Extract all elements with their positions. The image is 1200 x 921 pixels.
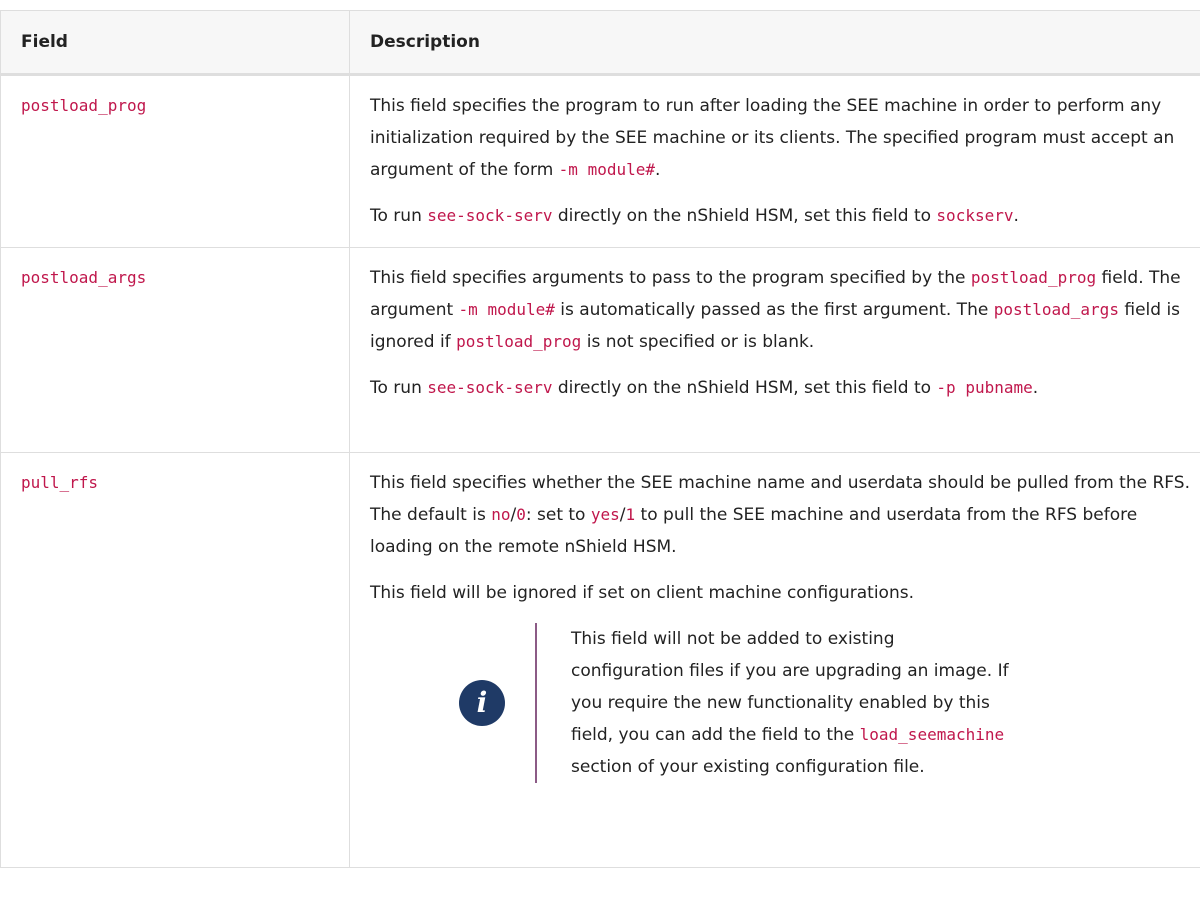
text: is not specified or is blank. [581, 332, 815, 352]
text: section of your exist­ing configuration … [571, 757, 925, 777]
field-name: postload_args [21, 268, 147, 287]
inline-code: -m module# [458, 300, 555, 319]
note-content: This field will not be added to existing… [535, 623, 1011, 783]
inline-code: postload_args [993, 300, 1119, 319]
inline-code: see-sock-serv [427, 206, 553, 225]
description-paragraph: To run see-sock-serv directly on the nSh… [370, 372, 1190, 404]
inline-code: sockserv [936, 206, 1014, 225]
note-icon-column: i [370, 680, 535, 726]
text: is automatically passed as the first arg… [554, 300, 994, 320]
description-paragraph: This field specifies arguments to pass t… [370, 262, 1190, 358]
page: Field Description postload_prog This fie… [0, 0, 1200, 921]
text: This field will be ignored if set on cli… [370, 583, 914, 603]
info-icon: i [459, 680, 505, 726]
text: directly on the nShield HSM, set this fi… [552, 206, 937, 226]
text: . [1032, 378, 1039, 398]
description-cell: This field specifies whether the SEE mac… [349, 452, 1200, 868]
field-name-cell: postload_args [0, 247, 350, 453]
table-header-row: Field Description [0, 10, 1200, 76]
text: : set to [525, 505, 591, 525]
field-name: postload_prog [21, 96, 147, 115]
description-paragraph: To run see-sock-serv directly on the nSh… [370, 200, 1190, 232]
field-name-cell: postload_prog [0, 74, 350, 248]
description-paragraph: This field specifies whether the SEE mac… [370, 467, 1190, 563]
description-cell: This field specifies arguments to pass t… [349, 247, 1200, 453]
table-row: pull_rfs This field specifies whether th… [0, 452, 1200, 868]
table-row: postload_prog This field specifies the p… [0, 74, 1200, 248]
inline-code: 1 [625, 505, 636, 524]
inline-code: post­load_prog [970, 268, 1097, 287]
description-cell: This field specifies the program to run … [349, 74, 1200, 248]
inline-code: load_seemachine [859, 725, 1005, 744]
text: This field specifies arguments to pass t… [370, 268, 971, 288]
inline-code: -m module# [558, 160, 655, 179]
table-row: postload_args This field specifies argum… [0, 247, 1200, 453]
description-paragraph: This field specifies the program to run … [370, 90, 1190, 186]
field-name-cell: pull_rfs [0, 452, 350, 868]
inline-code: see-sock-serv [427, 378, 553, 397]
text: To run [370, 378, 428, 398]
inline-code: no [491, 505, 511, 524]
config-fields-table: Field Description postload_prog This fie… [0, 10, 1200, 868]
note-admonition: i This field will not be added to existi… [370, 623, 1190, 795]
text: To run [370, 206, 428, 226]
description-paragraph: This field will be ignored if set on cli… [370, 577, 1190, 609]
header-description: Description [349, 10, 1200, 76]
text: . [655, 160, 661, 180]
header-field: Field [0, 10, 350, 76]
text: . [1013, 206, 1019, 226]
inline-code: -p pubname [936, 378, 1033, 397]
field-name: pull_rfs [21, 473, 99, 492]
inline-code: 0 [516, 505, 526, 524]
text: This field specifies the program to run … [370, 96, 1175, 180]
text: directly on the nShield HSM, set this fi… [552, 378, 937, 398]
inline-code: yes [590, 505, 620, 524]
inline-code: postload_prog [456, 332, 582, 351]
